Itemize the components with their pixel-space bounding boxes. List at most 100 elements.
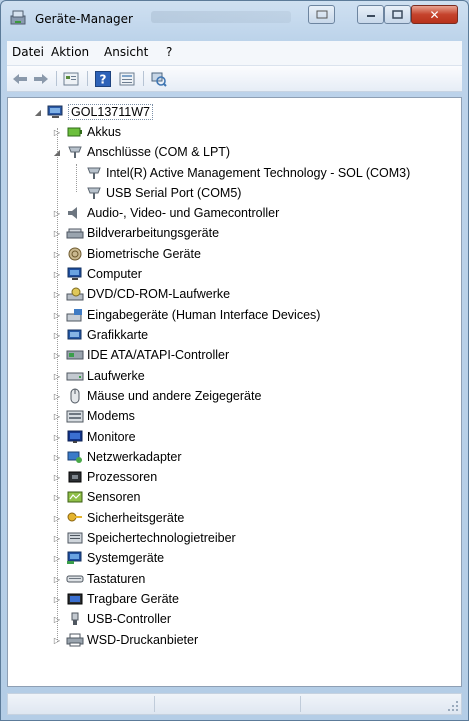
tree-item[interactable]: ▷ Monitore [51, 427, 136, 447]
menu-ansicht[interactable]: Ansicht [104, 45, 148, 59]
tree-item[interactable]: ▷ Akkus [51, 122, 121, 142]
expand-icon[interactable]: ▷ [51, 329, 63, 341]
resize-grip-icon[interactable] [447, 700, 459, 712]
expand-icon[interactable]: ▷ [51, 370, 63, 382]
expand-icon[interactable]: ▷ [51, 268, 63, 280]
tree-item-label: Audio-, Video- und Gamecontroller [87, 206, 280, 220]
monitor-icon [66, 429, 84, 445]
tree-item[interactable]: ▷ USB-Controller [51, 609, 171, 629]
close-icon: ✕ [429, 7, 440, 22]
forward-arrow-icon[interactable] [32, 70, 50, 87]
device-tree[interactable]: ◢ GOL13711W7 ▷ Akkus ◢ Anschlüsse (COM & LP… [7, 97, 462, 687]
collapse-icon[interactable]: ◢ [51, 146, 63, 158]
collapse-icon[interactable]: ◢ [32, 106, 44, 118]
tree-item[interactable]: ◢ Anschlüsse (COM & LPT) [51, 142, 230, 162]
properties-icon[interactable] [61, 70, 81, 87]
storage-icon [66, 530, 84, 546]
expand-icon[interactable]: ▷ [51, 532, 63, 544]
expand-icon[interactable]: ▷ [51, 349, 63, 361]
tree-item[interactable]: ▷ Sensoren [51, 487, 141, 507]
tree-item-label: USB Serial Port (COM5) [106, 186, 242, 200]
expand-icon[interactable]: ▷ [51, 593, 63, 605]
minimize-button[interactable] [357, 5, 384, 24]
help-icon[interactable]: ? [93, 70, 113, 87]
expand-icon[interactable]: ▷ [51, 248, 63, 260]
expand-icon[interactable]: ▷ [51, 288, 63, 300]
expand-icon[interactable]: ▷ [51, 491, 63, 503]
speaker-icon [66, 205, 84, 221]
tree-child-item[interactable]: USB Serial Port (COM5) [70, 183, 241, 203]
expand-icon[interactable]: ▷ [51, 126, 63, 138]
title-bar[interactable]: Geräte-Manager ✕ [1, 1, 468, 35]
tree-item[interactable]: ▷ Tastaturen [51, 569, 145, 589]
processor-icon [66, 469, 84, 485]
tree-item[interactable]: ▷ Modems [51, 406, 135, 426]
tree-item-label: WSD-Druckanbieter [87, 633, 199, 647]
tree-item[interactable]: ▷ Tragbare Geräte [51, 589, 179, 609]
svg-text:?: ? [100, 72, 107, 86]
expand-icon[interactable]: ▷ [51, 634, 63, 646]
tree-item[interactable]: ▷ Laufwerke [51, 366, 145, 386]
maximize-button[interactable] [384, 5, 411, 24]
computer-icon [66, 266, 84, 282]
tree-item[interactable]: ▷ Audio-, Video- und Gamecontroller [51, 203, 279, 223]
expand-icon[interactable]: ▷ [51, 207, 63, 219]
menu-datei[interactable]: Datei [12, 45, 44, 59]
device-manager-icon [10, 10, 28, 26]
expand-icon[interactable]: ▷ [51, 552, 63, 564]
printer-icon [66, 632, 84, 648]
tree-item[interactable]: ▷ Grafikkarte [51, 325, 148, 345]
tree-item[interactable]: ▷ Sicherheitsgeräte [51, 508, 184, 528]
expand-icon[interactable]: ▷ [51, 410, 63, 422]
tree-item-label: Biometrische Geräte [87, 247, 201, 261]
port-icon [85, 185, 103, 201]
tree-item[interactable]: ▷ Eingabegeräte (Human Interface Devices) [51, 305, 321, 325]
expand-icon[interactable]: ▷ [51, 227, 63, 239]
disc-drive-icon [66, 286, 84, 302]
back-arrow-icon[interactable] [11, 70, 29, 87]
tree-root[interactable]: ◢ GOL13711W7 [32, 102, 153, 122]
tree-item[interactable]: ▷ Systemgeräte [51, 548, 164, 568]
tree-child-item[interactable]: Intel(R) Active Management Technology - … [70, 163, 410, 183]
portable-device-icon [66, 591, 84, 607]
tree-item[interactable]: ▷ Speichertechnologietreiber [51, 528, 236, 548]
tree-item-label: Eingabegeräte (Human Interface Devices) [87, 308, 321, 322]
tree-item[interactable]: ▷ Mäuse und andere Zeigegeräte [51, 386, 261, 406]
tree-item[interactable]: ▷ Bildverarbeitungsgeräte [51, 223, 219, 243]
system-device-icon [66, 550, 84, 566]
scan-hardware-icon[interactable] [149, 70, 169, 87]
expand-icon[interactable]: ▷ [51, 309, 63, 321]
tree-item[interactable]: ▷ Netzwerkadapter [51, 447, 182, 467]
tree-item[interactable]: ▷ DVD/CD-ROM-Laufwerke [51, 284, 230, 304]
expand-icon[interactable]: ▷ [51, 613, 63, 625]
menu-bar: Datei Aktion Ansicht ? [7, 41, 462, 66]
restore-inactive-button[interactable] [308, 5, 335, 24]
view-icon[interactable] [117, 70, 137, 87]
expand-icon[interactable]: ▷ [51, 451, 63, 463]
port-icon [85, 165, 103, 181]
expand-icon[interactable]: ▷ [51, 431, 63, 443]
toolbar-separator [143, 71, 144, 86]
tree-item-label: Speichertechnologietreiber [87, 531, 236, 545]
tree-item-label: Tragbare Geräte [87, 592, 179, 606]
status-pane [8, 696, 155, 712]
expand-icon[interactable]: ▷ [51, 390, 63, 402]
tree-item[interactable]: ▷ Computer [51, 264, 142, 284]
root-label: GOL13711W7 [68, 104, 153, 120]
menu-aktion[interactable]: Aktion [51, 45, 89, 59]
expand-icon[interactable]: ▷ [51, 471, 63, 483]
tree-item[interactable]: ▷ Prozessoren [51, 467, 157, 487]
device-manager-window: Geräte-Manager ✕ Datei Aktion Ansicht ? [0, 0, 469, 721]
close-button[interactable]: ✕ [411, 5, 458, 24]
expand-icon[interactable]: ▷ [51, 573, 63, 585]
battery-icon [66, 124, 84, 140]
scanner-icon [66, 225, 84, 241]
tree-item[interactable]: ▷ WSD-Druckanbieter [51, 630, 198, 650]
tree-item[interactable]: ▷ IDE ATA/ATAPI-Controller [51, 345, 229, 365]
tree-item[interactable]: ▷ Biometrische Geräte [51, 244, 201, 264]
expand-icon[interactable]: ▷ [51, 512, 63, 524]
status-bar [7, 693, 462, 715]
menu-help[interactable]: ? [166, 45, 172, 59]
modem-icon [66, 408, 84, 424]
